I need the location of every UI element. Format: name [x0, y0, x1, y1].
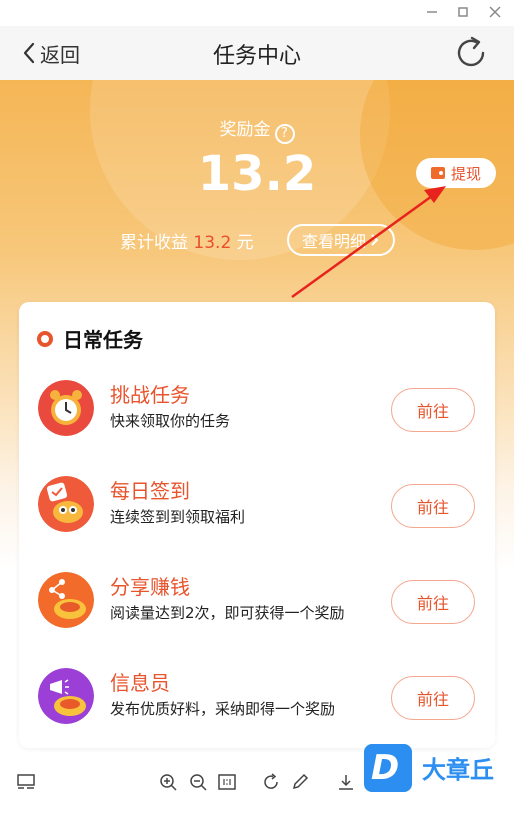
- view-details-label: 查看明细: [301, 232, 366, 251]
- balance-label-text: 奖励金: [219, 120, 271, 140]
- zoom-out-icon[interactable]: [188, 772, 208, 792]
- zoom-in-icon[interactable]: [158, 772, 178, 792]
- cumulative-earnings: 累计收益 13.2 元: [120, 228, 254, 253]
- go-button[interactable]: 前往: [391, 676, 475, 720]
- window-titlebar: [0, 0, 514, 26]
- back-label: 返回: [40, 42, 80, 67]
- go-button[interactable]: 前往: [391, 484, 475, 528]
- edit-icon[interactable]: [290, 772, 310, 792]
- withdraw-label: 提现: [450, 164, 481, 183]
- task-name: 信息员: [110, 671, 170, 695]
- task-description: 连续签到到领取福利: [110, 508, 246, 526]
- wallet-icon: [430, 167, 445, 179]
- share-mascot-icon: [38, 572, 94, 628]
- daily-tasks-card: 日常任务 挑战任务 快来领取你的任务 前往 每日签到 连续签到到领取福利 前往: [19, 302, 495, 748]
- withdraw-button[interactable]: 提现: [416, 158, 496, 188]
- refresh-icon[interactable]: [452, 34, 490, 72]
- task-row: 每日签到 连续签到到领取福利 前往: [19, 464, 495, 544]
- close-icon[interactable]: [487, 4, 503, 20]
- brand-name: 大章丘: [422, 756, 494, 784]
- maximize-icon[interactable]: [455, 4, 471, 20]
- task-description: 快来领取你的任务: [110, 412, 231, 430]
- rotate-icon[interactable]: [261, 772, 281, 792]
- view-details-button[interactable]: 查看明细: [287, 224, 395, 256]
- earnings-label: 累计收益: [120, 233, 188, 253]
- megaphone-mascot-icon: [38, 668, 94, 724]
- task-row: 挑战任务 快来领取你的任务 前往: [19, 368, 495, 448]
- task-name: 分享赚钱: [110, 575, 190, 599]
- brand-watermark: D 大章丘: [364, 744, 509, 792]
- task-row: 信息员 发布优质好料，采纳即得一个奖励 前往: [19, 656, 495, 736]
- brand-logo: D: [364, 744, 412, 792]
- daily-tasks-header: 日常任务: [37, 324, 143, 353]
- task-name: 每日签到: [110, 479, 190, 503]
- task-description: 阅读量达到2次，即可获得一个奖励: [110, 604, 345, 622]
- go-button[interactable]: 前往: [391, 388, 475, 432]
- task-description: 发布优质好料，采纳即得一个奖励: [110, 700, 336, 718]
- chevron-left-icon: [23, 42, 35, 64]
- actual-size-icon[interactable]: [217, 772, 237, 792]
- section-dot-icon: [37, 330, 53, 347]
- chevron-right-icon: [371, 234, 379, 246]
- earnings-amount: 13.2: [193, 233, 232, 253]
- balance-label: 奖励金?: [0, 115, 514, 144]
- go-button[interactable]: 前往: [391, 580, 475, 624]
- minimize-icon[interactable]: [424, 4, 440, 20]
- alarm-clock-icon: [38, 380, 94, 436]
- help-icon[interactable]: ?: [274, 124, 295, 144]
- brand-logo-letter: D: [371, 748, 400, 788]
- task-name: 挑战任务: [110, 383, 190, 407]
- back-button[interactable]: 返回: [20, 38, 80, 68]
- layout-icon[interactable]: [16, 772, 36, 792]
- daily-tasks-title: 日常任务: [63, 328, 143, 352]
- nav-bar: 任务中心 返回: [0, 26, 514, 80]
- task-row: 分享赚钱 阅读量达到2次，即可获得一个奖励 前往: [19, 560, 495, 640]
- earnings-unit: 元: [236, 233, 254, 253]
- calendar-mascot-icon: [38, 476, 94, 532]
- download-icon[interactable]: [336, 772, 356, 792]
